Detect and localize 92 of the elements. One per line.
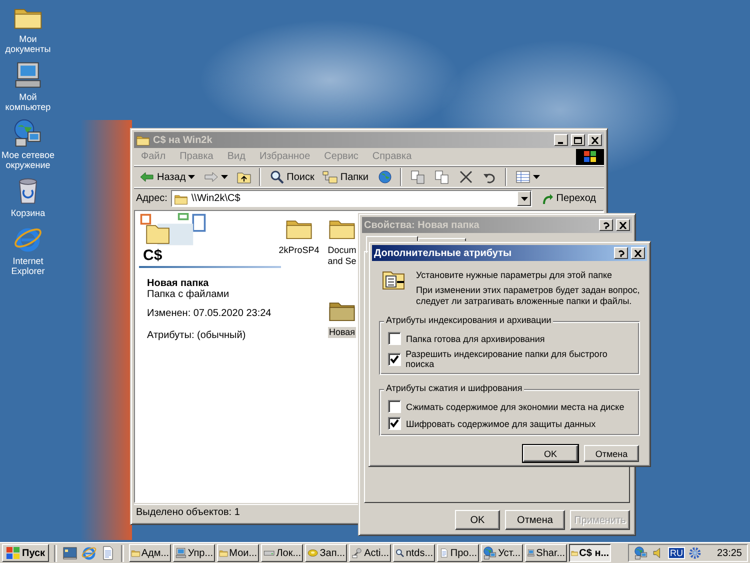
address-label: Адрес: (136, 193, 168, 204)
search-icon (268, 169, 285, 185)
caret-icon (520, 196, 528, 200)
dropdown-button[interactable] (517, 191, 532, 206)
document-icon (439, 546, 450, 560)
tool-icon (351, 546, 364, 560)
windows-flag-icon (6, 547, 20, 559)
group-title: Атрибуты индексирования и архивации (384, 315, 554, 325)
dialog-button[interactable]: Отмена (505, 510, 565, 530)
item-name: Новая папка (146, 278, 210, 289)
checkbox-label[interactable]: Разрешить индексирование папки для быстрого поиска (406, 349, 631, 369)
address-value: \\Win2k\C$ (191, 193, 242, 204)
checkbox-label[interactable]: Папка готова для архивирования (406, 334, 545, 344)
folder-icon (136, 133, 150, 147)
minimize-button[interactable] (554, 134, 568, 146)
taskbar-button[interactable]: Зап... (305, 544, 348, 562)
close-icon (619, 222, 627, 228)
clock: 23:25 (716, 548, 742, 558)
help-button[interactable] (614, 247, 628, 259)
move-icon (410, 169, 426, 185)
copy-icon (434, 169, 450, 185)
checkbox-label[interactable]: Сжимать содержимое для экономии места на диске (406, 402, 624, 412)
network-icon (13, 118, 43, 148)
delete-icon (458, 169, 474, 185)
maximize-icon (574, 136, 582, 144)
maximize-button[interactable] (571, 134, 585, 146)
dialog-title: Дополнительные атрибуты (374, 248, 512, 258)
checkbox[interactable] (388, 400, 401, 413)
go-button[interactable]: Переход (536, 192, 602, 204)
network-icon (634, 546, 648, 560)
desktop-icon-label[interactable]: Мои документы (5, 34, 51, 54)
question-mark-icon (617, 250, 625, 256)
group-title: Атрибуты сжатия и шифрования (384, 383, 524, 393)
window-title: C$ на Win2k (153, 134, 212, 146)
file-name[interactable]: Docum and Se (326, 245, 358, 267)
language-indicator[interactable]: RU (668, 547, 685, 559)
item-type: Папка с файлами (146, 289, 230, 300)
file-name[interactable]: Новая (328, 327, 356, 338)
network-icon (483, 546, 498, 560)
checkbox[interactable] (388, 332, 401, 345)
question-mark-icon (602, 222, 610, 228)
folders-button[interactable]: Папки (319, 168, 372, 186)
taskbar-button[interactable]: ntds... (393, 544, 436, 562)
checkbox[interactable] (388, 352, 401, 366)
taskbar-button[interactable]: Адм... (129, 544, 172, 562)
close-icon (634, 250, 642, 256)
taskbar-button[interactable]: Acti... (349, 544, 392, 562)
dialog-button[interactable]: OK (455, 510, 500, 530)
folders-icon (322, 169, 338, 185)
search-icon (395, 546, 405, 560)
taskbar-button[interactable]: Мои... (217, 544, 260, 562)
taskbar-button[interactable]: Shar... (525, 544, 568, 562)
back-button[interactable]: Назад (136, 168, 198, 186)
dialog-button[interactable]: OK (523, 445, 578, 462)
close-button[interactable] (631, 247, 645, 259)
taskbar-button[interactable]: C$ н... (569, 544, 612, 562)
dialog-title: Свойства: Новая папка (364, 220, 480, 230)
checkmark-icon (390, 354, 399, 364)
taskbar-button[interactable]: Уст... (481, 544, 524, 562)
address-field[interactable]: \\Win2k\C$ (171, 190, 532, 207)
dialog-button[interactable]: Отмена (584, 445, 639, 462)
taskbar-button[interactable]: Про... (437, 544, 480, 562)
help-button[interactable] (599, 219, 613, 231)
forward-arrow-icon (202, 169, 219, 185)
taskbar-button[interactable]: Упр... (173, 544, 216, 562)
globe-icon (376, 169, 392, 185)
browser-icon (81, 545, 98, 561)
checkmark-icon (390, 419, 399, 428)
note-text: При изменении этих параметров будет задан вопрос, следует ли затрагивать вложенные папки и файлы. (416, 285, 640, 307)
flag-icon (584, 151, 596, 162)
views-icon (514, 169, 530, 185)
close-button[interactable] (588, 134, 602, 146)
close-icon (591, 136, 599, 144)
back-arrow-icon (139, 169, 155, 185)
desktop-icon-label[interactable]: Internet Explorer (11, 256, 45, 276)
desktop-icon-label[interactable]: Мое сетевое окружение (1, 150, 55, 170)
desktop-icon-label[interactable]: Мой компьютер (5, 92, 51, 112)
go-arrow-icon (542, 192, 554, 204)
computer-icon (13, 60, 43, 90)
desktop-icon-label[interactable]: Корзина (10, 208, 46, 218)
attributes-text: Атрибуты: (обычный) (146, 330, 247, 341)
start-button[interactable]: Пуск (2, 544, 50, 562)
checkbox[interactable] (388, 417, 401, 430)
close-button[interactable] (616, 219, 630, 231)
search-button[interactable]: Поиск (266, 168, 318, 186)
taskbar-button[interactable]: Лок... (261, 544, 304, 562)
modified-date: Изменен: 07.05.2020 23:24 (146, 308, 272, 319)
gear-icon (688, 546, 702, 560)
banner-drawing (139, 213, 207, 247)
computer-icon (175, 546, 187, 560)
intro-text: Установите нужные параметры для этой папке (416, 270, 613, 280)
checkbox-label[interactable]: Шифровать содержимое для защиты данных (406, 418, 596, 428)
